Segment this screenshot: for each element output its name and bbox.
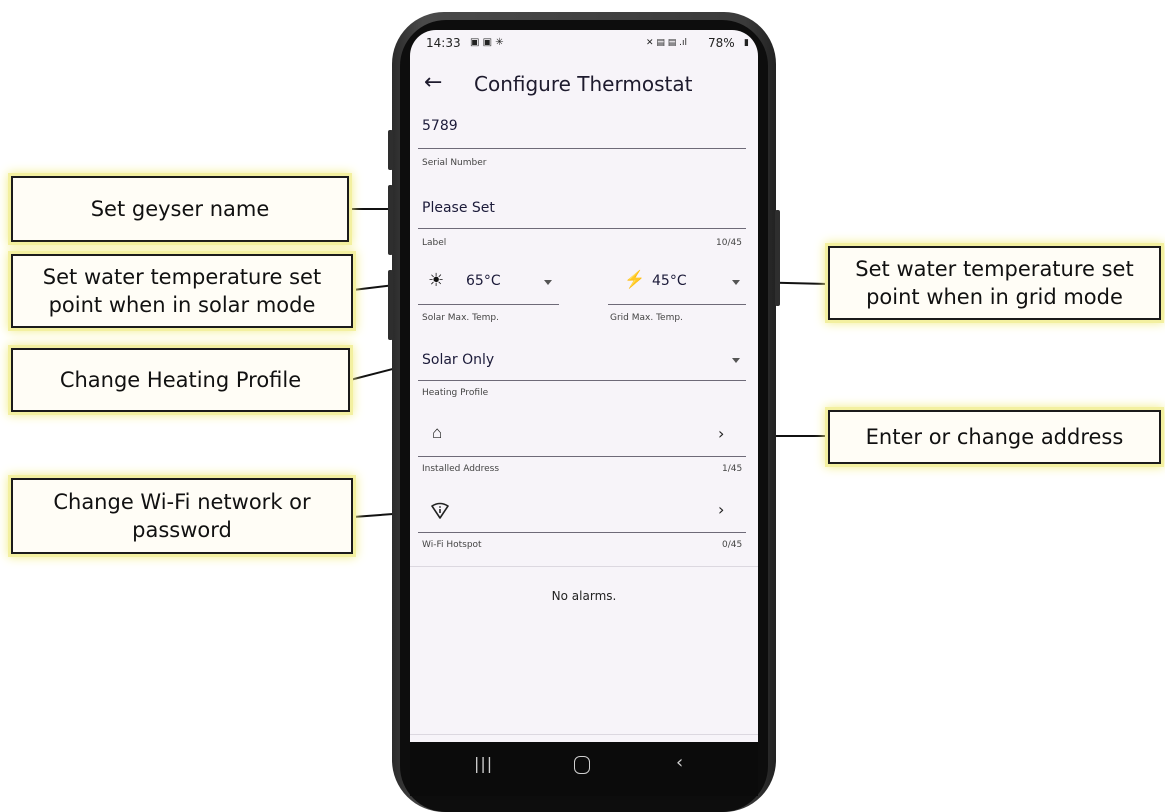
name-field-label: Label [422, 238, 447, 248]
dropdown-arrow-icon[interactable] [732, 358, 740, 363]
chevron-right-icon[interactable]: › [718, 424, 724, 443]
volume-up-button [388, 130, 393, 170]
nav-recents-icon[interactable]: ||| [474, 754, 493, 773]
dropdown-arrow-icon[interactable] [544, 280, 552, 285]
callout-address: Enter or change address [828, 410, 1161, 464]
volume-down-button [388, 185, 393, 255]
system-nav-bar: ||| ‹ [410, 742, 758, 796]
heating-profile-underline [418, 380, 746, 381]
address-char-counter: 1/45 [722, 464, 743, 474]
sun-icon: ☀ [428, 270, 445, 290]
grid-temp-value[interactable]: 45°C [652, 273, 687, 289]
wifi-hotspot-label: Wi-Fi Hotspot [422, 540, 482, 550]
chevron-right-icon[interactable]: › [718, 500, 724, 519]
installed-address-label: Installed Address [422, 464, 500, 474]
battery-icon: ▮ [744, 38, 749, 48]
grid-temp-label: Grid Max. Temp. [610, 313, 683, 323]
serial-underline [418, 148, 746, 149]
page-title: Configure Thermostat [474, 72, 693, 96]
status-time: 14:33 [426, 36, 461, 50]
nav-back-icon[interactable]: ‹ [676, 752, 683, 773]
section-divider [410, 566, 758, 567]
signal-icons: ✕ ▤ ▤ .ıl [646, 38, 687, 48]
callout-heating-profile: Change Heating Profile [11, 348, 350, 412]
name-char-counter: 10/45 [716, 238, 742, 248]
solar-temp-value[interactable]: 65°C [466, 273, 501, 289]
grid-underline [608, 304, 746, 305]
serial-number-label: Serial Number [422, 158, 487, 168]
serial-number-value: 5789 [422, 118, 458, 134]
heating-profile-value[interactable]: Solar Only [422, 352, 494, 368]
name-underline [418, 228, 746, 229]
phone-screen: 14:33 ▣ ▣ ✳ ✕ ▤ ▤ .ıl 78% ▮ ← Configure … [410, 30, 758, 742]
wifi-underline [418, 532, 746, 533]
notification-icons: ▣ ▣ ✳ [470, 37, 504, 48]
callout-solar-setpoint: Set water temperature set point when in … [11, 254, 353, 328]
wifi-icon [431, 502, 449, 519]
nav-home-icon[interactable] [574, 756, 590, 774]
no-alarms-text: No alarms. [551, 589, 617, 603]
name-input-value[interactable]: Please Set [422, 200, 495, 216]
bolt-icon: ⚡ [624, 270, 646, 289]
heating-profile-label: Heating Profile [422, 388, 489, 398]
home-icon: ⌂ [432, 423, 443, 442]
solar-temp-label: Solar Max. Temp. [422, 313, 499, 323]
address-underline [418, 456, 746, 457]
dropdown-arrow-icon[interactable] [732, 280, 740, 285]
wifi-char-counter: 0/45 [722, 540, 743, 550]
back-arrow-icon[interactable]: ← [424, 70, 442, 95]
power-button [775, 210, 780, 306]
callout-wifi: Change Wi-Fi network or password [11, 478, 353, 554]
battery-level: 78% [708, 36, 735, 50]
callout-grid-setpoint: Set water temperature set point when in … [828, 246, 1161, 320]
side-key-left [388, 270, 393, 340]
solar-underline [418, 304, 559, 305]
callout-geyser-name: Set geyser name [11, 176, 349, 242]
bottom-divider [410, 734, 758, 735]
